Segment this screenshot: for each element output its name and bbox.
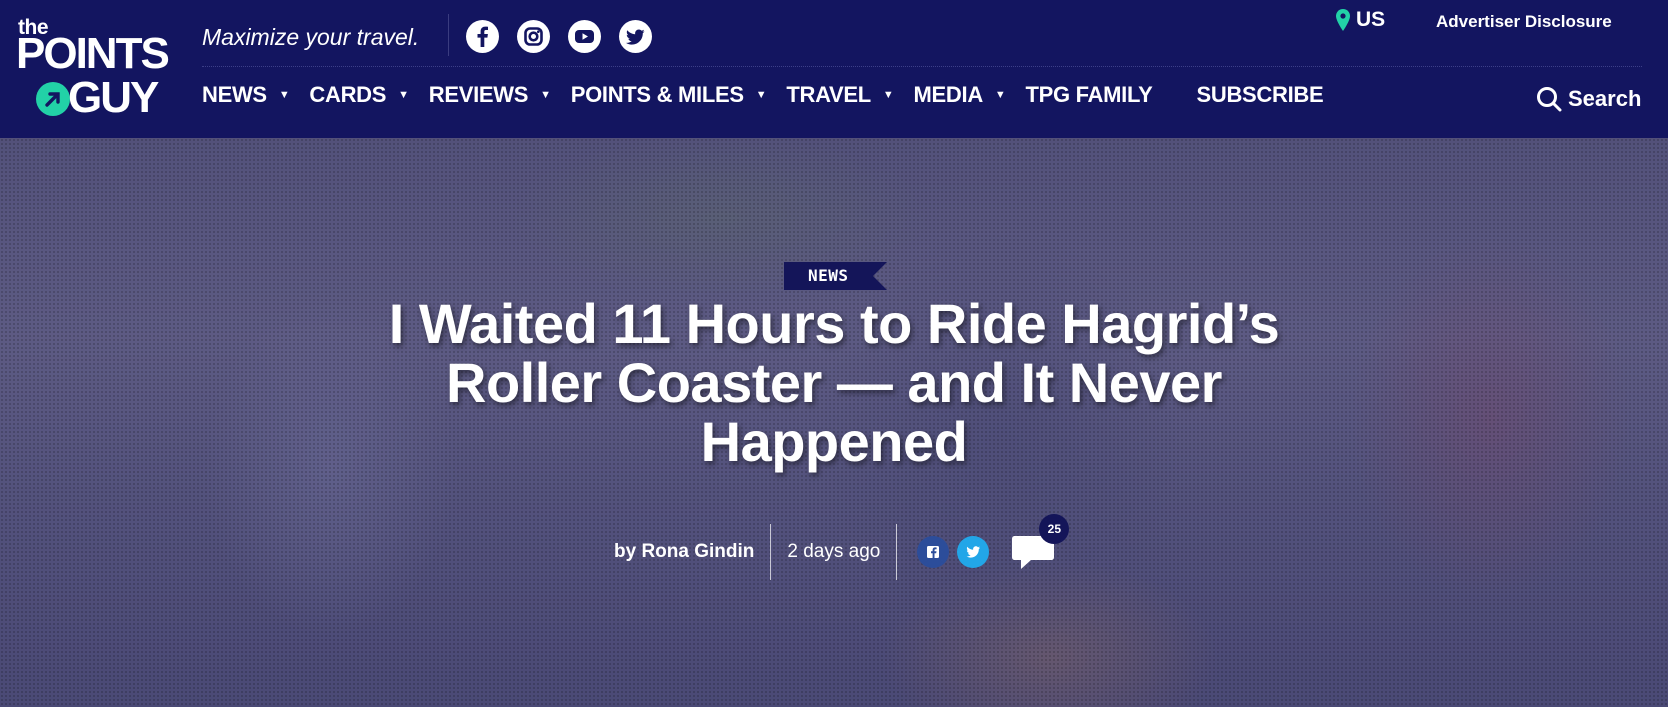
nav-label: POINTS & MILES xyxy=(570,82,744,107)
share-buttons: 25 xyxy=(897,514,1070,572)
nav-item-news[interactable]: NEWS ▼ xyxy=(202,82,295,108)
author-byline[interactable]: by Rona Gindin xyxy=(614,541,770,563)
nav-label: CARDS xyxy=(309,82,387,107)
header-rule xyxy=(202,66,1642,67)
nav-label: TRAVEL xyxy=(786,82,871,107)
logo-text-guy: GUY xyxy=(68,73,159,122)
logo-arrow-icon xyxy=(36,82,70,116)
search-label: Search xyxy=(1568,86,1642,111)
caret-down-icon: ▼ xyxy=(278,89,290,101)
article-headline: I Waited 11 Hours to Ride Hagrid’s Rolle… xyxy=(388,292,1280,473)
nav-label: MEDIA xyxy=(913,82,984,107)
facebook-icon[interactable] xyxy=(466,20,499,53)
nav-label: SUBSCRIBE xyxy=(1196,82,1324,107)
category-badge[interactable]: NEWS xyxy=(784,262,886,290)
nav-item-reviews[interactable]: REVIEWS ▼ xyxy=(429,82,557,108)
caret-down-icon: ▼ xyxy=(398,89,409,101)
nav-item-subscribe[interactable]: SUBSCRIBE xyxy=(1196,82,1323,108)
header-divider xyxy=(448,14,449,56)
twitter-share-icon[interactable] xyxy=(957,536,990,568)
comments-button[interactable]: 25 xyxy=(1011,514,1070,572)
nav-item-points-miles[interactable]: POINTS & MILES ▼ xyxy=(571,82,773,108)
tagline: Maximize your travel. xyxy=(202,24,420,50)
caret-down-icon: ▼ xyxy=(540,89,551,101)
location-pin-icon xyxy=(1336,9,1350,31)
instagram-icon[interactable] xyxy=(517,20,550,53)
caret-down-icon: ▼ xyxy=(994,89,1006,101)
nav-label: TPG FAMILY xyxy=(1025,82,1153,107)
site-logo[interactable]: the POINTS GUY xyxy=(16,14,170,122)
site-header: the POINTS GUY Maximize your travel. US … xyxy=(0,0,1668,138)
main-nav: NEWS ▼ CARDS ▼ REVIEWS ▼ POINTS & MILES ▼ TR… xyxy=(202,82,1337,108)
twitter-icon[interactable] xyxy=(619,20,652,53)
nav-label: NEWS xyxy=(202,82,267,107)
hero-section: NEWS I Waited 11 Hours to Ride Hagrid’s … xyxy=(0,138,1668,707)
nav-item-travel[interactable]: TRAVEL ▼ xyxy=(786,82,899,108)
facebook-share-icon[interactable] xyxy=(917,536,950,568)
region-label: US xyxy=(1356,8,1386,31)
caret-down-icon: ▼ xyxy=(755,89,767,101)
youtube-icon[interactable] xyxy=(568,20,601,53)
publish-date: 2 days ago xyxy=(787,541,881,562)
logo-text-points: POINTS xyxy=(16,29,170,78)
advertiser-disclosure-link[interactable]: Advertiser Disclosure xyxy=(1436,12,1612,32)
search-button[interactable]: Search xyxy=(1536,86,1641,112)
region-selector[interactable]: US xyxy=(1336,8,1385,32)
nav-item-media[interactable]: MEDIA ▼ xyxy=(914,82,1012,108)
nav-item-tpg-family[interactable]: TPG FAMILY xyxy=(1026,82,1153,108)
nav-item-cards[interactable]: CARDS ▼ xyxy=(309,82,414,108)
caret-down-icon: ▼ xyxy=(882,89,894,101)
article-meta: by Rona Gindin 2 days ago 25 xyxy=(614,514,1070,580)
search-icon xyxy=(1537,87,1562,112)
nav-label: REVIEWS xyxy=(428,82,529,107)
social-links xyxy=(466,20,652,53)
